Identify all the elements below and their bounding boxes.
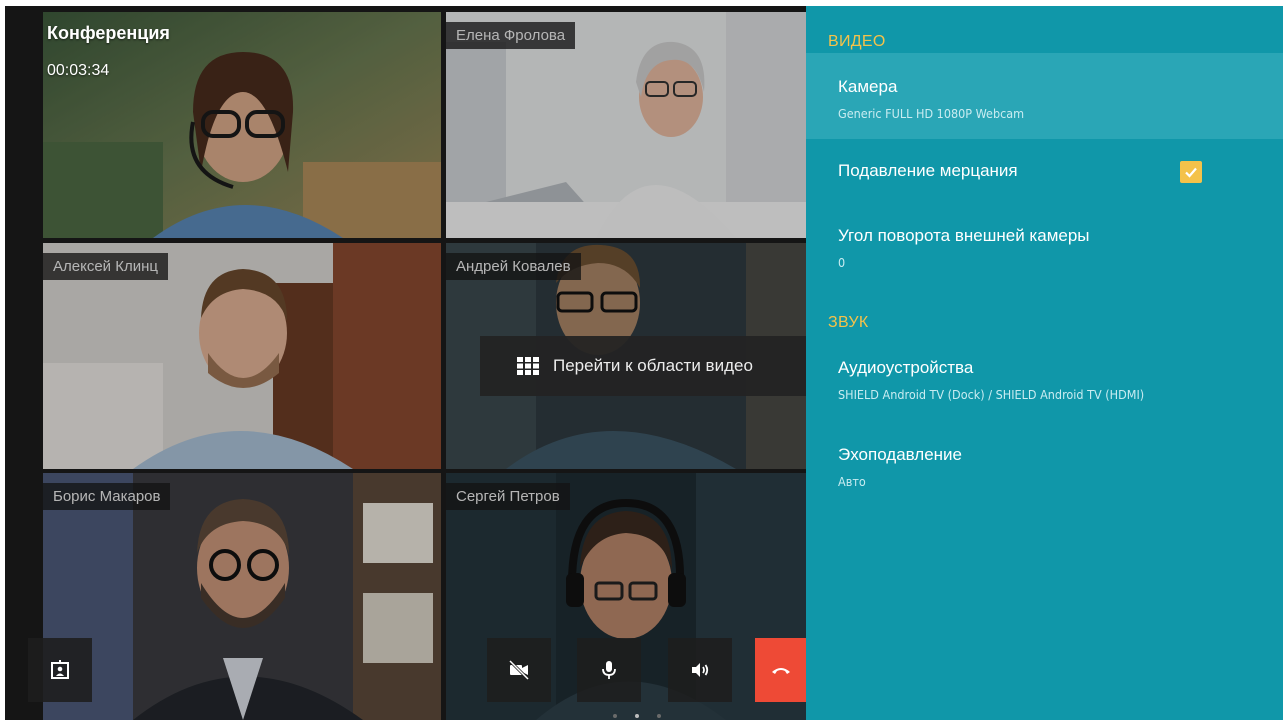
participant-name: Андрей Ковалев	[446, 253, 581, 280]
setting-camera-rotation[interactable]: Угол поворота внешней камеры 0	[806, 226, 1283, 270]
share-screen-button[interactable]	[28, 638, 92, 702]
setting-title: Подавление мерцания	[838, 161, 1018, 180]
setting-camera[interactable]: Камера Generic FULL HD 1080P Webcam	[806, 53, 1283, 139]
setting-value: Generic FULL HD 1080P Webcam	[838, 106, 1025, 121]
video-frame	[43, 12, 441, 238]
setting-title: Камера	[838, 77, 898, 96]
page-dot	[613, 714, 617, 718]
hangup-icon	[771, 668, 790, 674]
camera-off-icon	[508, 659, 530, 681]
microphone-icon	[602, 661, 616, 679]
speaker-toggle-button[interactable]	[668, 638, 732, 702]
setting-audio-devices[interactable]: Аудиоустройства SHIELD Android TV (Dock)…	[806, 358, 1283, 402]
page-dot-active	[635, 714, 639, 718]
video-tile-2[interactable]: Елена Фролова	[446, 12, 806, 238]
goto-video-label: Перейти к области видео	[553, 356, 753, 375]
video-tile-1[interactable]	[43, 12, 441, 238]
participant-name: Сергей Петров	[446, 483, 570, 510]
setting-value: 0	[838, 255, 846, 270]
setting-value: SHIELD Android TV (Dock) / SHIELD Androi…	[838, 387, 1145, 402]
video-grid: Елена Фролова Алексей Клинц Андрей Ковал…	[5, 6, 806, 720]
video-section-header: ВИДЕО	[828, 33, 886, 50]
page-dot	[657, 714, 661, 718]
grid-icon	[517, 357, 539, 375]
participant-name: Борис Макаров	[43, 483, 171, 510]
conference-screen: Елена Фролова Алексей Клинц Андрей Ковал…	[5, 6, 1283, 720]
setting-value: Авто	[838, 474, 866, 489]
speaker-icon	[692, 663, 709, 677]
setting-title: Эхоподавление	[838, 445, 962, 464]
conference-title: Конференция	[47, 23, 170, 43]
conference-timer: 00:03:34	[47, 62, 110, 79]
sound-section-header: ЗВУК	[828, 314, 869, 331]
pagination-dots	[613, 714, 661, 718]
setting-title: Угол поворота внешней камеры	[838, 226, 1090, 245]
setting-flicker-suppression[interactable]: Подавление мерцания	[806, 161, 1283, 181]
hangup-button[interactable]	[755, 638, 806, 702]
settings-panel: ВИДЕО Камера Generic FULL HD 1080P Webca…	[806, 6, 1283, 720]
presentation-icon	[51, 660, 69, 679]
flicker-checkbox[interactable]	[1180, 161, 1202, 183]
video-tile-5[interactable]: Борис Макаров	[43, 473, 441, 720]
camera-toggle-button[interactable]	[487, 638, 551, 702]
setting-echo-cancellation[interactable]: Эхоподавление Авто	[806, 445, 1283, 489]
participant-name: Елена Фролова	[446, 22, 576, 49]
video-frame	[43, 473, 441, 720]
video-tile-3[interactable]: Алексей Клинц	[43, 243, 441, 469]
participant-name: Алексей Клинц	[43, 253, 168, 280]
checkmark-icon	[1185, 167, 1197, 178]
microphone-toggle-button[interactable]	[577, 638, 641, 702]
setting-title: Аудиоустройства	[838, 358, 974, 377]
goto-video-area-button[interactable]: Перейти к области видео	[480, 336, 806, 396]
